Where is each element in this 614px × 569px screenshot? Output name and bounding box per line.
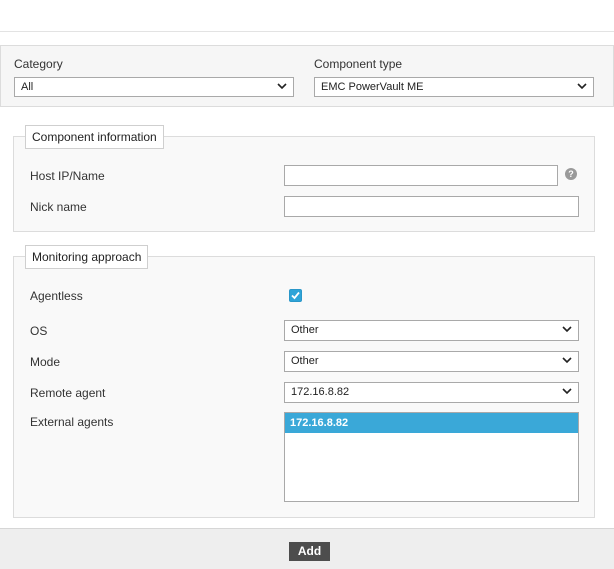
component-type-select-value: EMC PowerVault ME: [321, 81, 424, 93]
os-select[interactable]: Other: [284, 320, 579, 341]
top-bar: [0, 0, 614, 32]
component-type-select[interactable]: EMC PowerVault ME: [314, 77, 594, 97]
chevron-down-icon: [562, 357, 572, 364]
monitoring-approach-legend: Monitoring approach: [25, 245, 149, 269]
chevron-down-icon: [577, 83, 587, 90]
mode-label: Mode: [30, 355, 61, 369]
chevron-down-icon: [562, 326, 572, 333]
category-select-value: All: [21, 81, 34, 93]
agentless-label: Agentless: [30, 289, 83, 303]
monitoring-approach-group: Monitoring approach Agentless OS Other M…: [13, 245, 595, 518]
mode-select-value: Other: [291, 355, 319, 367]
question-icon[interactable]: ?: [565, 168, 577, 180]
remote-agent-select-value: 172.16.8.82: [291, 386, 350, 398]
footer-bar: Add: [0, 528, 614, 569]
remote-agent-select[interactable]: 172.16.8.82: [284, 382, 579, 403]
host-ip-input[interactable]: [284, 165, 558, 186]
component-information-legend: Component information: [25, 125, 164, 149]
component-information-group: Component information Host IP/Name ? Nic…: [13, 125, 595, 232]
nick-name-label: Nick name: [30, 200, 87, 214]
os-label: OS: [30, 324, 48, 338]
agentless-checkbox[interactable]: [289, 289, 302, 302]
chevron-down-icon: [277, 83, 287, 90]
external-agents-label: External agents: [30, 415, 114, 429]
filter-bar: Category All Component type EMC PowerVau…: [0, 45, 614, 107]
nick-name-input[interactable]: [284, 196, 579, 217]
add-component-page: Category All Component type EMC PowerVau…: [0, 0, 614, 569]
check-icon: [291, 291, 300, 300]
os-select-value: Other: [291, 324, 319, 336]
external-agent-option[interactable]: 172.16.8.82: [285, 413, 578, 433]
category-select[interactable]: All: [14, 77, 294, 97]
external-agents-listbox[interactable]: 172.16.8.82: [284, 412, 579, 502]
component-type-label: Component type: [314, 57, 403, 71]
remote-agent-label: Remote agent: [30, 386, 106, 400]
add-button[interactable]: Add: [289, 542, 330, 561]
category-label: Category: [14, 57, 63, 71]
chevron-down-icon: [562, 388, 572, 395]
host-ip-label: Host IP/Name: [30, 169, 105, 183]
mode-select[interactable]: Other: [284, 351, 579, 372]
